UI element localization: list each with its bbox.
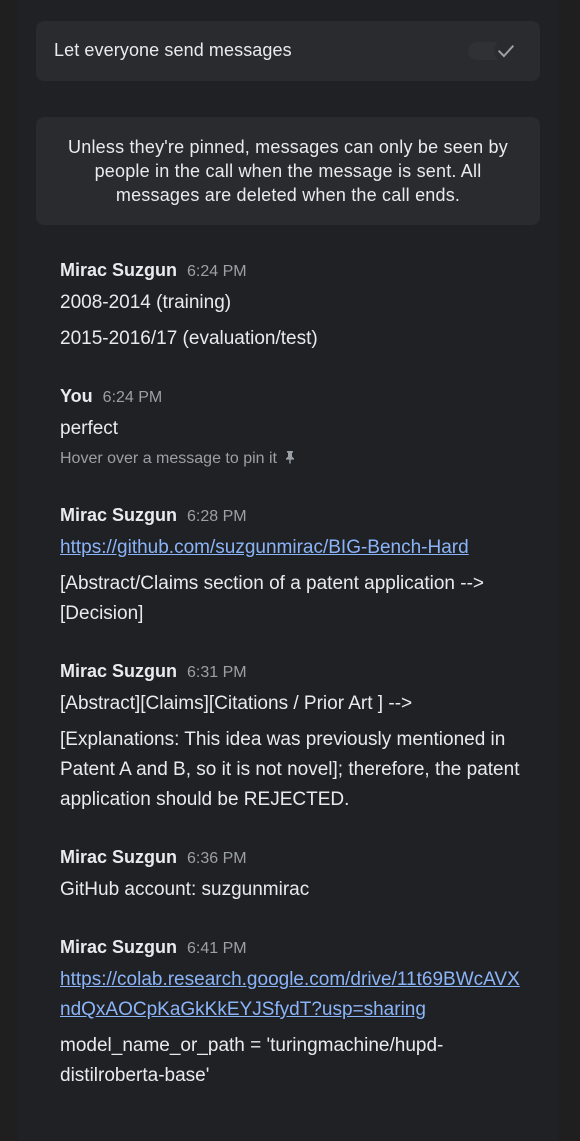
message-time: 6:36 PM [187, 850, 247, 867]
pin-hint-text: Hover over a message to pin it [60, 450, 277, 467]
message-header: Mirac Suzgun 6:24 PM [60, 258, 530, 282]
message-time: 6:41 PM [187, 940, 247, 957]
message-time: 6:24 PM [187, 263, 247, 280]
message-time: 6:28 PM [187, 508, 247, 525]
message-text: 2015-2016/17 (evaluation/test) [60, 328, 318, 349]
message-text: model_name_or_path = 'turingmachine/hupd… [60, 1035, 444, 1086]
message-header: Mirac Suzgun 6:41 PM [60, 935, 530, 959]
pin-hint: Hover over a message to pin it [60, 448, 530, 470]
sender-name: Mirac Suzgun [60, 937, 178, 957]
message-time: 6:31 PM [187, 664, 247, 681]
send-messages-label: Let everyone send messages [54, 40, 292, 60]
message-group[interactable]: Mirac Suzgun 6:36 PM GitHub account: suzg… [60, 845, 530, 905]
message-link-wrap: https://github.com/suzgunmirac/BIG-Bench… [60, 533, 530, 563]
sender-name: Mirac Suzgun [60, 505, 178, 525]
message-text: [Abstract/Claims section of a patent app… [60, 573, 485, 624]
message-header: Mirac Suzgun 6:36 PM [60, 845, 530, 869]
message-group[interactable]: Mirac Suzgun 6:41 PM https://colab.resear… [60, 935, 530, 1091]
message-header: You 6:24 PM [60, 384, 530, 408]
sender-name: Mirac Suzgun [60, 260, 178, 280]
message-link[interactable]: https://github.com/suzgunmirac/BIG-Bench… [60, 537, 469, 558]
message-text: perfect [60, 418, 119, 439]
send-messages-toggle[interactable] [468, 39, 524, 63]
chat-notice: Unless they're pinned, messages can only… [36, 117, 540, 225]
message-text: [Abstract][Claims][Citations / Prior Art… [60, 693, 413, 714]
message-header: Mirac Suzgun 6:28 PM [60, 503, 530, 527]
message-group[interactable]: Mirac Suzgun 6:28 PM https://github.com/s… [60, 503, 530, 629]
message-time: 6:24 PM [102, 389, 163, 406]
message-text: [Explanations: This idea was previously … [60, 729, 520, 810]
message-header: Mirac Suzgun 6:31 PM [60, 659, 530, 683]
check-icon [497, 45, 515, 58]
message-group[interactable]: Mirac Suzgun 6:24 PM 2008-2014 (training)… [60, 258, 530, 354]
message-link-wrap: https://colab.research.google.com/drive/… [60, 965, 530, 1025]
message-group[interactable]: Mirac Suzgun 6:31 PM [Abstract][Claims][C… [60, 659, 530, 815]
pin-icon [286, 451, 294, 464]
message-link[interactable]: https://colab.research.google.com/drive/… [60, 969, 520, 1020]
send-messages-setting: Let everyone send messages [36, 21, 540, 81]
sender-name: You [60, 386, 93, 406]
sender-name: Mirac Suzgun [60, 661, 178, 681]
sender-name: Mirac Suzgun [60, 847, 178, 867]
message-group[interactable]: You 6:24 PM perfect Hover over a message … [60, 384, 530, 470]
message-text: 2008-2014 (training) [60, 292, 232, 313]
message-text: GitHub account: suzgunmirac [60, 879, 310, 900]
